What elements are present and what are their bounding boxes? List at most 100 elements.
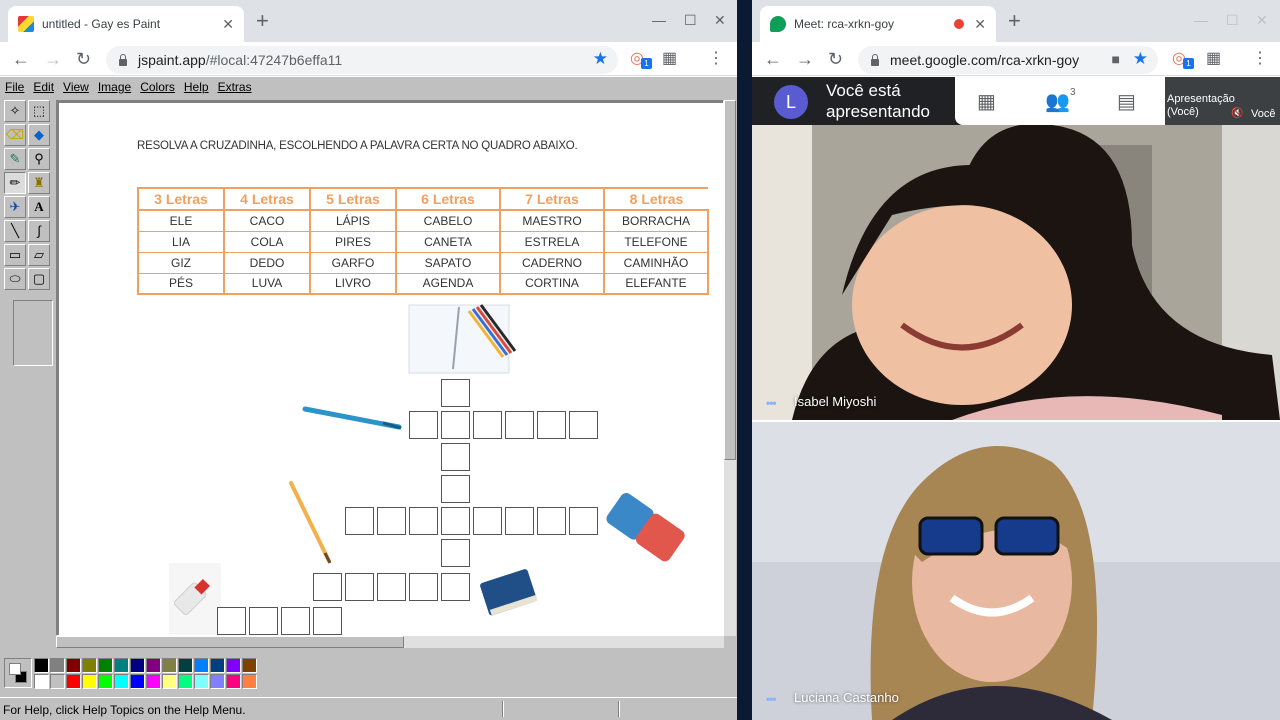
apps-grid-icon[interactable]: ▦ [662,49,677,69]
crossword-cell[interactable] [345,573,374,601]
horizontal-scroll-thumb[interactable] [56,636,404,648]
address-bar[interactable]: meet.google.com/rca-xrkn-goy ★ ■ [858,46,1158,74]
bookmark-star-icon[interactable]: ★ [593,49,608,69]
color-swatch[interactable] [98,658,113,673]
crossword-cell[interactable] [409,507,438,535]
minimize-icon[interactable]: — [1194,12,1208,28]
rectangle-tool-icon[interactable]: ▭ [4,244,26,266]
color-swatch[interactable] [210,674,225,689]
rounded-rect-tool-icon[interactable]: ▢ [28,268,50,290]
vertical-scroll-thumb[interactable] [724,100,736,460]
crossword-cell[interactable] [537,507,566,535]
menu-image[interactable]: Image [98,80,131,94]
forward-icon[interactable]: → [44,48,62,70]
crossword-cell[interactable] [537,411,566,439]
new-tab-button[interactable]: + [256,10,269,32]
menu-kebab-icon[interactable]: ⋮ [708,49,724,69]
airbrush-icon[interactable]: ✈ [4,196,26,218]
rect-select-icon[interactable]: ⬚ [28,100,50,122]
color-swatch[interactable] [242,674,257,689]
new-tab-button[interactable]: + [1008,10,1021,32]
people-icon[interactable]: 👥 [1045,89,1070,114]
back-icon[interactable]: ← [764,48,782,70]
crossword-cell[interactable] [377,507,406,535]
participant-video-tile[interactable]: ••• Isabel Miyoshi [752,125,1280,420]
crossword-cell[interactable] [473,507,502,535]
color-swatch[interactable] [130,658,145,673]
crossword-cell[interactable] [441,507,470,535]
color-swatch[interactable] [226,658,241,673]
color-swatch[interactable] [162,674,177,689]
tab-jspaint[interactable]: untitled - Gay es Paint ✕ [8,6,244,42]
crossword-cell[interactable] [569,411,598,439]
tool-options-box[interactable] [13,300,53,366]
apps-grid-icon[interactable]: ▦ [1206,49,1221,69]
color-swatch[interactable] [210,658,225,673]
color-swatch[interactable] [130,674,145,689]
menu-file[interactable]: File [5,80,24,94]
menu-kebab-icon[interactable]: ⋮ [1252,49,1268,69]
menu-colors[interactable]: Colors [140,80,175,94]
current-colors[interactable] [4,658,32,688]
text-tool-icon[interactable]: A [28,196,50,218]
menu-help[interactable]: Help [184,80,209,94]
crossword-cell[interactable] [441,539,470,567]
color-swatch[interactable] [66,658,81,673]
color-swatch[interactable] [34,658,49,673]
brush-icon[interactable]: ♜ [28,172,50,194]
crossword-cell[interactable] [409,573,438,601]
crossword-cell[interactable] [505,507,534,535]
vertical-scrollbar[interactable] [724,100,736,636]
free-select-icon[interactable]: ✧ [4,100,26,122]
pencil-icon[interactable]: ✏ [4,172,26,194]
color-swatch[interactable] [194,674,209,689]
crossword-cell[interactable] [249,607,278,635]
drawing-canvas[interactable]: RESOLVA A CRUZADINHA, ESCOLHENDO A PALAV… [59,103,723,635]
color-picker-icon[interactable]: ✎ [4,148,26,170]
color-swatch[interactable] [82,674,97,689]
ellipse-tool-icon[interactable]: ⬭ [4,268,26,290]
color-swatch[interactable] [146,658,161,673]
color-swatch[interactable] [146,674,161,689]
minimize-icon[interactable]: — [652,12,666,28]
chat-icon[interactable]: ▤ [1117,89,1136,114]
crossword-cell[interactable] [441,379,470,407]
color-swatch[interactable] [50,658,65,673]
color-swatch[interactable] [178,658,193,673]
color-swatch[interactable] [242,658,257,673]
maximize-icon[interactable]: ☐ [1226,12,1239,29]
menu-view[interactable]: View [63,80,89,94]
color-swatch[interactable] [98,674,113,689]
polygon-tool-icon[interactable]: ▱ [28,244,50,266]
tab-close-icon[interactable]: ✕ [974,16,986,33]
reload-icon[interactable]: ↻ [76,48,91,70]
color-swatch[interactable] [66,674,81,689]
magnifier-icon[interactable]: ⚲ [28,148,50,170]
eraser-icon[interactable]: ⌫ [4,124,26,146]
color-swatch[interactable] [226,674,241,689]
fill-bucket-icon[interactable]: ◆ [28,124,50,146]
layout-grid-icon[interactable]: ▦ [977,89,996,114]
crossword-cell[interactable] [281,607,310,635]
tab-close-icon[interactable]: ✕ [222,16,234,33]
close-window-icon[interactable]: ✕ [714,12,726,29]
color-swatch[interactable] [114,674,129,689]
reload-icon[interactable]: ↻ [828,48,843,70]
color-swatch[interactable] [50,674,65,689]
back-icon[interactable]: ← [12,48,30,70]
horizontal-scrollbar[interactable] [56,636,724,648]
crossword-cell[interactable] [441,475,470,503]
color-swatch[interactable] [162,658,177,673]
crossword-cell[interactable] [377,573,406,601]
line-tool-icon[interactable]: ╲ [4,220,26,242]
color-swatch[interactable] [82,658,97,673]
crossword-cell[interactable] [441,411,470,439]
color-swatch[interactable] [34,674,49,689]
address-bar[interactable]: jspaint.app/#local:47247b6effa11 ★ [106,46,618,74]
close-window-icon[interactable]: ✕ [1256,12,1268,29]
crossword-cell[interactable] [505,411,534,439]
maximize-icon[interactable]: ☐ [684,12,697,29]
crossword-cell[interactable] [441,443,470,471]
crossword-cell[interactable] [409,411,438,439]
menu-edit[interactable]: Edit [33,80,54,94]
